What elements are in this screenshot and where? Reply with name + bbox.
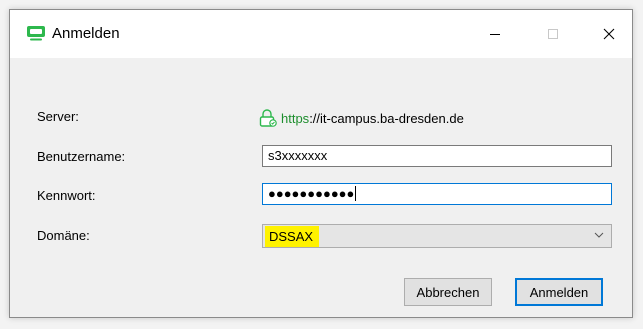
server-label: Server: [37, 109, 79, 124]
lock-icon [259, 109, 277, 127]
username-field[interactable]: s3xxxxxxx [262, 145, 612, 167]
maximize-button[interactable] [530, 10, 576, 58]
password-label: Kennwort: [37, 188, 96, 203]
server-host: ://it-campus.ba-dresden.de [309, 110, 464, 126]
username-label: Benutzername: [37, 149, 126, 164]
domain-label: Domäne: [37, 228, 90, 243]
login-button[interactable]: Anmelden [515, 278, 603, 306]
close-button[interactable] [586, 10, 632, 58]
domain-select[interactable]: DSSAX [262, 224, 612, 248]
cancel-button[interactable]: Abbrechen [404, 278, 492, 306]
green-monitor-icon [27, 26, 45, 41]
login-dialog: Anmelden Server: https://it-campus.ba-d… [9, 9, 633, 318]
server-scheme: https [281, 110, 310, 126]
window-title: Anmelden [52, 25, 120, 42]
password-field[interactable]: ●●●●●●●●●●● [262, 183, 612, 205]
maximize-icon [548, 29, 558, 39]
domain-selected-value: DSSAX [265, 226, 320, 247]
minimize-button[interactable] [472, 10, 518, 58]
chevron-down-icon [594, 232, 604, 238]
username-value: s3xxxxxxx [268, 148, 328, 163]
close-icon [603, 28, 615, 40]
server-value: https://it-campus.ba-dresden.de [258, 109, 464, 127]
minimize-icon [490, 34, 500, 35]
text-caret [355, 186, 357, 201]
password-masked-value: ●●●●●●●●●●● [268, 186, 355, 201]
title-bar: Anmelden [10, 10, 632, 58]
